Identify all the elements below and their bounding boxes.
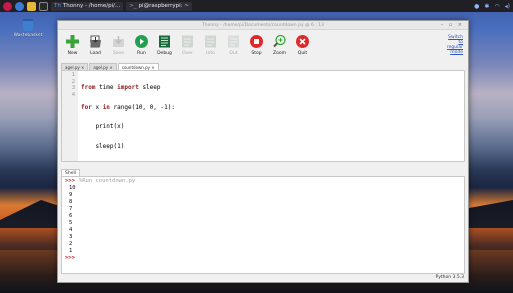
new-button[interactable]: New [61, 34, 84, 56]
file-manager-icon[interactable] [27, 1, 36, 11]
zoom-icon [272, 34, 287, 49]
tool-label: Load [90, 51, 101, 56]
shell-prompt: >>> [65, 178, 75, 184]
step-out-button[interactable]: Out [222, 34, 245, 56]
tool-label: New [67, 51, 78, 56]
shell-output-line: 5 [69, 220, 73, 226]
taskbar-app-terminal[interactable]: >_ pi@raspberrypi: ~ [126, 1, 192, 11]
taskbar-app-thonny[interactable]: Th Thonny - /home/pi/... [51, 1, 124, 11]
thonny-icon: Th [54, 3, 61, 9]
run-command: %Run countdown.py [78, 178, 136, 184]
stop-button[interactable]: Stop [245, 34, 268, 56]
shell-prompt: >>> [65, 255, 75, 261]
shell-output-line: 4 [69, 227, 73, 233]
switch-mode-link[interactable]: Switch to regular mode [443, 35, 463, 55]
stop-icon [249, 34, 264, 49]
shell-output-line: 9 [69, 192, 73, 198]
code-line: for x in range(10, 0, -1): [81, 103, 175, 111]
save-button[interactable]: Save [107, 34, 130, 56]
interpreter-status[interactable]: Python 3.5.3 [436, 275, 464, 280]
tool-label: Into [206, 51, 215, 56]
shell-input-line[interactable]: >>> [65, 255, 461, 262]
tool-label: Save [112, 51, 125, 56]
quit-icon [295, 34, 310, 49]
tool-label: Run [137, 51, 146, 56]
tool-label: Out [229, 51, 238, 56]
load-button[interactable]: Load [84, 34, 107, 56]
step-into-icon [203, 34, 218, 49]
update-icon[interactable]: ● [474, 3, 479, 10]
zoom-button[interactable]: Zoom [268, 34, 291, 56]
tab-agel-1[interactable]: agel.py × [61, 63, 89, 70]
thonny-window: Thonny - /home/pi/Documents/countdown.py… [57, 20, 469, 283]
code-text[interactable]: from time import sleep for x in range(10… [78, 71, 175, 161]
tool-label: Over [182, 51, 193, 56]
shell-output-line: 2 [69, 241, 73, 247]
close-icon[interactable]: × [458, 22, 464, 28]
window-title: Thonny - /home/pi/Documents/countdown.py… [202, 22, 324, 28]
bluetooth-icon[interactable]: ✱ [484, 3, 489, 10]
shell-console[interactable]: >>> %Run countdown.py 10 9 8 7 6 5 4 3 2 … [61, 176, 465, 274]
code-line: print(x) [81, 123, 125, 130]
taskbar: Th Thonny - /home/pi/... >_ pi@raspberry… [0, 0, 513, 12]
step-into-button[interactable]: Into [199, 34, 222, 56]
volume-icon[interactable]: ◂) [505, 3, 510, 10]
browser-icon[interactable] [15, 1, 24, 11]
taskbar-app-label: pi@raspberrypi: ~ [138, 3, 189, 9]
code-editor[interactable]: 1 2 3 4 from time import sleep for x in … [61, 70, 465, 162]
tool-label: Debug [157, 51, 172, 56]
taskbar-app-label: Thonny - /home/pi/... [62, 3, 121, 9]
step-out-icon [226, 34, 241, 49]
step-over-icon [180, 34, 195, 49]
tab-agel-2[interactable]: agel.py × [89, 63, 117, 70]
code-line: sleep(1) [81, 142, 125, 150]
tab-countdown[interactable]: countdown.py × [117, 63, 159, 70]
play-icon [134, 34, 149, 49]
shell-command-line: >>> %Run countdown.py [65, 178, 461, 185]
quit-button[interactable]: Quit [291, 34, 314, 56]
debug-icon [157, 34, 172, 49]
trash-icon [23, 19, 33, 31]
system-tray: ● ✱ ◠ ◂) [474, 3, 510, 10]
shell-output-line: 8 [69, 199, 73, 205]
window-controls: – ▫ × [441, 22, 464, 28]
shell-output-line: 7 [69, 206, 73, 212]
folder-icon [88, 34, 103, 49]
tool-label: Quit [297, 51, 308, 56]
step-over-button[interactable]: Over [176, 34, 199, 56]
desktop-trash-shortcut[interactable]: Wastebasket [13, 19, 43, 38]
status-bar: Python 3.5.3 [58, 273, 468, 282]
window-titlebar[interactable]: Thonny - /home/pi/Documents/countdown.py… [58, 21, 468, 30]
desktop-icon-label: Wastebasket [13, 33, 43, 38]
plus-icon [65, 34, 80, 49]
shell-output-line: 6 [69, 213, 73, 219]
shell-output-line: 3 [69, 234, 73, 240]
code-line: from time import sleep [81, 84, 161, 91]
tool-label: Zoom [273, 51, 286, 56]
minimize-icon[interactable]: – [441, 22, 446, 28]
toolbar: New Load Save Run Debug Over Into Out St… [58, 30, 468, 62]
debug-button[interactable]: Debug [153, 34, 176, 56]
run-button[interactable]: Run [130, 34, 153, 56]
shell-output-line: 1 [69, 248, 73, 254]
shell-output-line: 10 [69, 185, 76, 191]
line-number-gutter: 1 2 3 4 [62, 71, 78, 161]
raspberry-menu-icon[interactable] [3, 1, 12, 11]
tool-label: Stop [251, 51, 262, 56]
wifi-icon[interactable]: ◠ [494, 3, 499, 10]
line-number: 4 [71, 91, 75, 98]
maximize-icon[interactable]: ▫ [449, 22, 454, 28]
terminal-icon[interactable] [39, 1, 48, 11]
editor-tabs: agel.py × agel.py × countdown.py × [58, 62, 468, 70]
terminal-app-icon: >_ [129, 3, 137, 9]
save-icon [111, 34, 126, 49]
